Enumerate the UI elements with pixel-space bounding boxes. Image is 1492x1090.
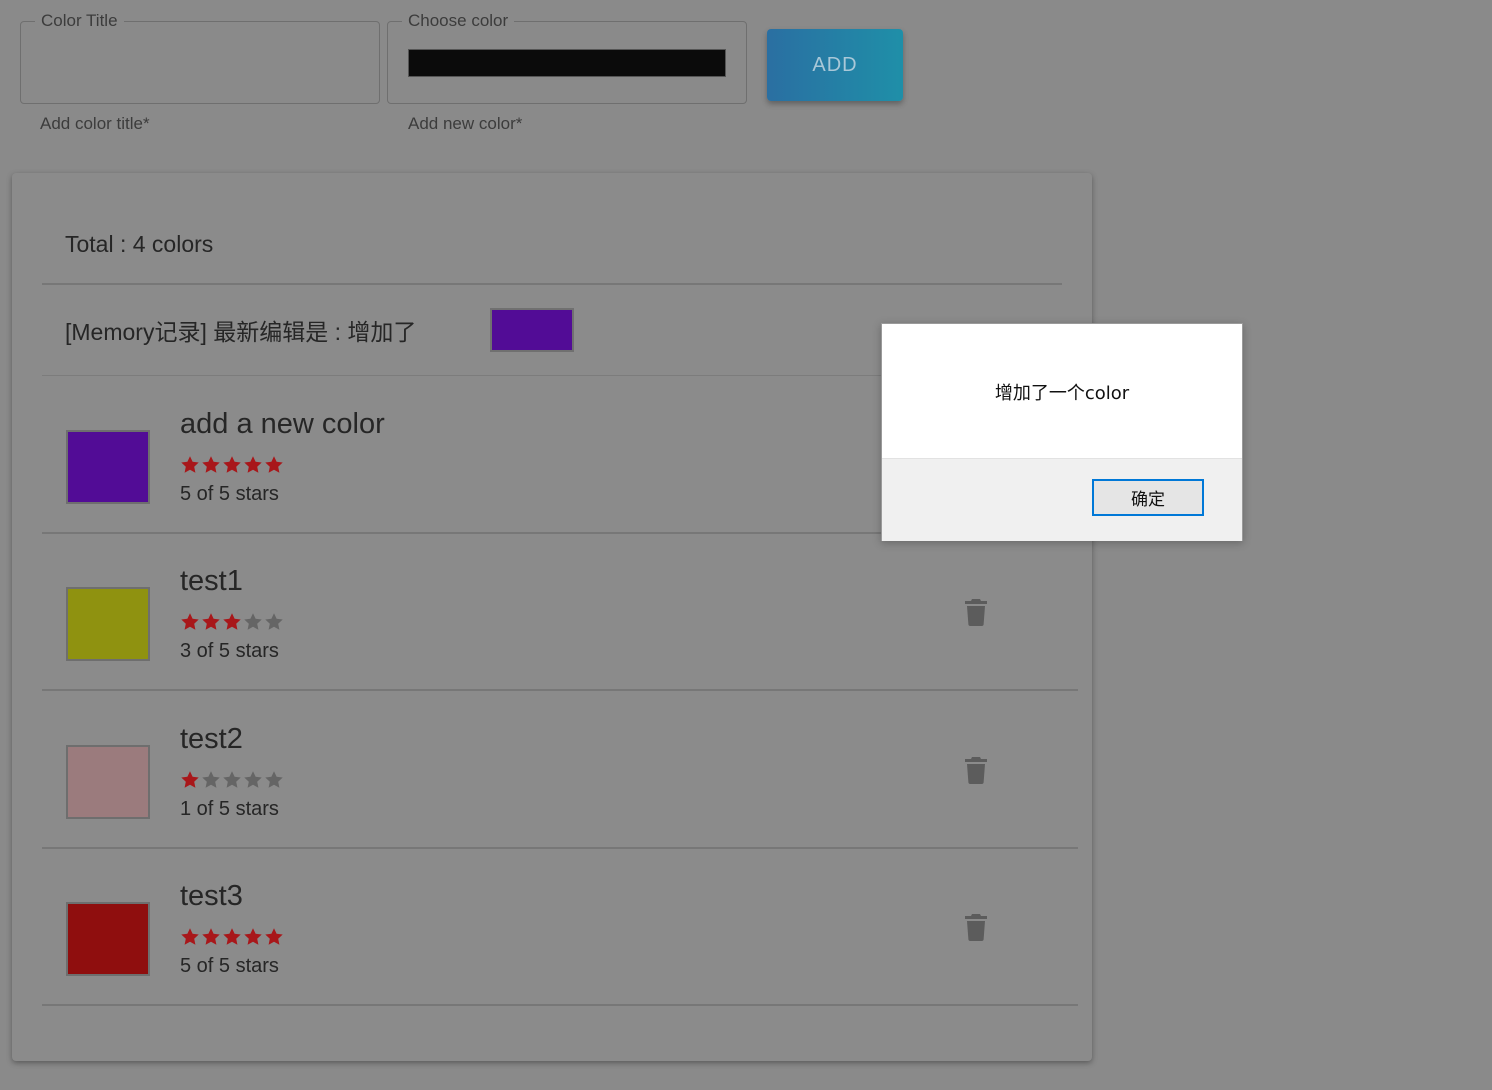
add-button[interactable]: ADD xyxy=(767,29,903,101)
color-title-input[interactable] xyxy=(35,44,365,84)
star-empty-icon[interactable] xyxy=(243,612,263,632)
star-filled-icon[interactable] xyxy=(222,455,242,475)
star-filled-icon[interactable] xyxy=(180,455,200,475)
star-filled-icon[interactable] xyxy=(180,770,200,790)
star-filled-icon[interactable] xyxy=(201,612,221,632)
star-rating-caption: 5 of 5 stars xyxy=(180,483,279,505)
color-list-panel: Total : 4 colors [Memory记录] 最新编辑是 : 增加了 … xyxy=(12,173,1092,1061)
alert-dialog: 增加了一个color 确定 xyxy=(881,323,1243,541)
star-filled-icon[interactable] xyxy=(180,612,200,632)
star-filled-icon[interactable] xyxy=(264,927,284,947)
choose-color-field[interactable]: Choose color xyxy=(387,11,747,104)
total-count-text: Total : 4 colors xyxy=(65,231,214,257)
star-empty-icon[interactable] xyxy=(222,770,242,790)
color-list-item: test3 5 of 5 stars xyxy=(42,849,1078,1006)
choose-color-label: Choose color xyxy=(402,11,515,31)
color-list-item: test2 1 of 5 stars xyxy=(42,692,1078,849)
memory-color-swatch xyxy=(490,308,574,352)
star-rating[interactable] xyxy=(180,927,284,947)
star-rating-caption: 3 of 5 stars xyxy=(180,640,279,662)
color-list-item: test1 3 of 5 stars xyxy=(42,534,1078,691)
color-title: test3 xyxy=(180,880,243,912)
dialog-ok-button[interactable]: 确定 xyxy=(1092,479,1204,516)
star-empty-icon[interactable] xyxy=(201,770,221,790)
star-rating-caption: 5 of 5 stars xyxy=(180,955,279,977)
divider xyxy=(42,283,1062,285)
star-filled-icon[interactable] xyxy=(201,455,221,475)
star-filled-icon[interactable] xyxy=(222,612,242,632)
color-title: test1 xyxy=(180,565,243,597)
color-picker-input[interactable] xyxy=(408,49,726,77)
star-rating-caption: 1 of 5 stars xyxy=(180,798,279,820)
star-filled-icon[interactable] xyxy=(201,927,221,947)
color-title: test2 xyxy=(180,723,243,755)
delete-button[interactable] xyxy=(964,598,990,628)
star-rating[interactable] xyxy=(180,770,284,790)
choose-color-helper: Add new color* xyxy=(408,114,523,133)
memory-record-text: [Memory记录] 最新编辑是 : 增加了 xyxy=(65,319,417,345)
star-rating[interactable] xyxy=(180,612,284,632)
delete-button[interactable] xyxy=(964,756,990,786)
color-title: add a new color xyxy=(180,408,385,440)
color-swatch xyxy=(66,587,150,661)
star-filled-icon[interactable] xyxy=(180,927,200,947)
star-filled-icon[interactable] xyxy=(222,927,242,947)
color-swatch xyxy=(66,902,150,976)
color-swatch xyxy=(66,430,150,504)
trash-icon[interactable] xyxy=(964,913,988,941)
star-filled-icon[interactable] xyxy=(243,927,263,947)
star-rating[interactable] xyxy=(180,455,284,475)
delete-button[interactable] xyxy=(964,913,990,943)
color-title-helper: Add color title* xyxy=(40,114,150,133)
dialog-message: 增加了一个color xyxy=(994,383,1130,404)
color-title-field[interactable]: Color Title xyxy=(20,11,380,104)
star-empty-icon[interactable] xyxy=(264,770,284,790)
trash-icon[interactable] xyxy=(964,756,988,784)
dialog-footer: 确定 xyxy=(882,458,1242,541)
color-title-label: Color Title xyxy=(35,11,124,31)
trash-icon[interactable] xyxy=(964,598,988,626)
star-filled-icon[interactable] xyxy=(264,455,284,475)
star-empty-icon[interactable] xyxy=(264,612,284,632)
star-empty-icon[interactable] xyxy=(243,770,263,790)
color-swatch xyxy=(66,745,150,819)
star-filled-icon[interactable] xyxy=(243,455,263,475)
